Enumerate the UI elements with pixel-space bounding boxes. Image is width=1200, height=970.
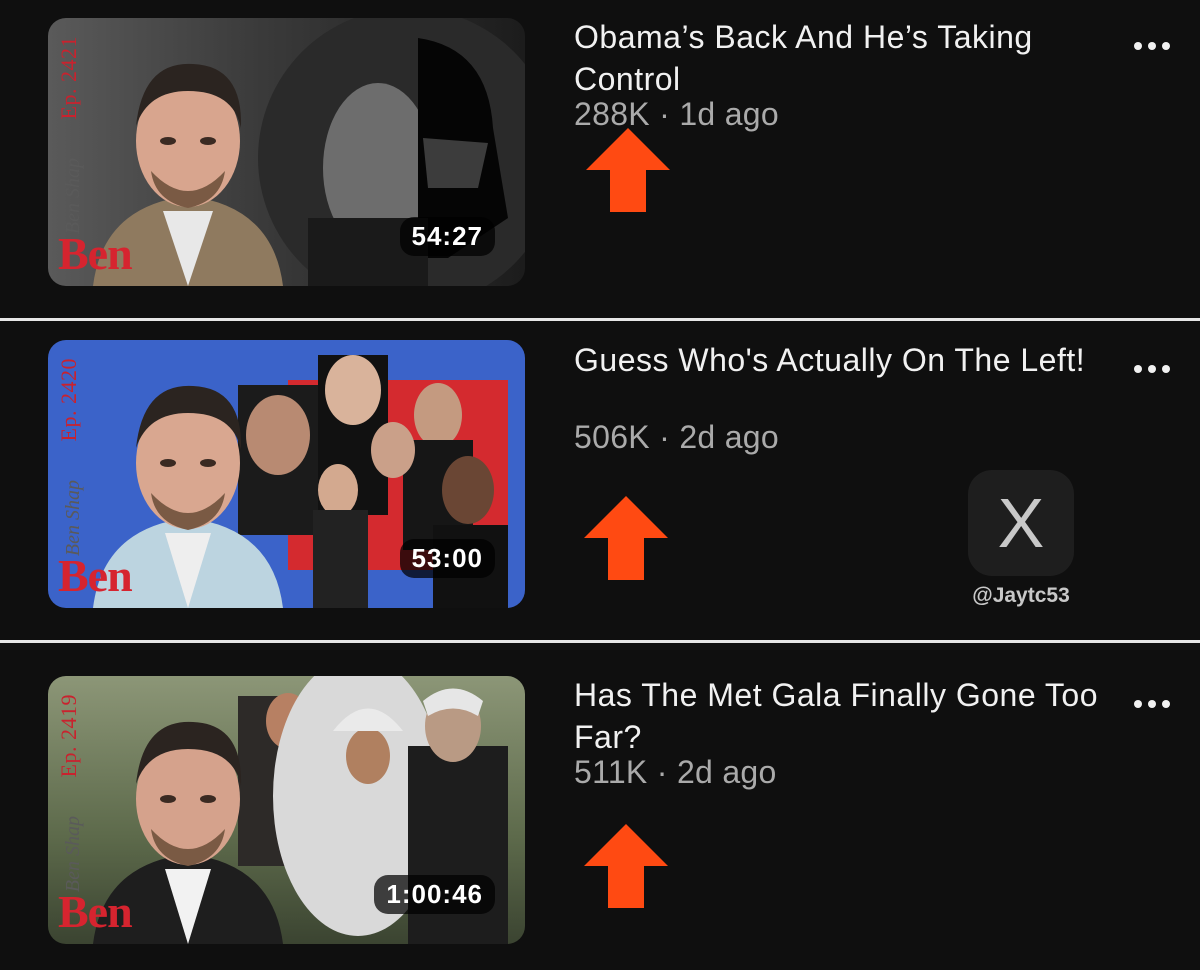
brand-logo: Ben [58, 886, 133, 937]
episode-label: Ep. 2419 [56, 694, 81, 778]
upload-age: 2d ago [676, 754, 777, 790]
up-arrow-icon [586, 128, 670, 212]
upload-age: 1d ago [679, 96, 779, 132]
upload-age: 2d ago [679, 419, 779, 455]
duration-badge: 54:27 [399, 217, 495, 256]
brand-logo: Ben [58, 228, 133, 279]
row-divider [0, 318, 1200, 321]
watermark-handle: @Jaytc53 [972, 584, 1070, 607]
view-count: 511K [574, 754, 648, 790]
more-options-button[interactable] [1134, 38, 1170, 54]
meta-separator: · [656, 754, 668, 790]
signature-mark: Ben Shap [62, 816, 84, 893]
row-divider [0, 640, 1200, 643]
video-title[interactable]: Has The Met Gala Finally Gone Too Far? [574, 674, 1104, 758]
video-title[interactable]: Guess Who's Actually On The Left! [574, 339, 1104, 381]
video-meta: 506K · 2d ago [574, 419, 779, 456]
more-options-button[interactable] [1134, 361, 1170, 377]
up-arrow-icon [584, 824, 668, 908]
video-thumbnail[interactable]: Ep. 2419 Ben Shap Ben 1:00:46 [48, 676, 525, 944]
duration-badge: 53:00 [399, 539, 495, 578]
brand-logo: Ben [58, 550, 133, 601]
signature-mark: Ben Shap [62, 480, 84, 557]
view-count: 506K [574, 419, 650, 455]
signature-mark: Ben Shap [62, 158, 84, 235]
video-title[interactable]: Obama’s Back And He’s Taking Control [574, 16, 1104, 100]
video-meta: 511K · 2d ago [574, 754, 777, 791]
episode-label: Ep. 2421 [56, 36, 81, 120]
video-thumbnail[interactable]: Ep. 2420 Ben Shap Ben 53:00 [48, 340, 525, 608]
episode-label: Ep. 2420 [56, 358, 81, 442]
x-logo-icon: X [968, 470, 1074, 576]
meta-separator: · [659, 419, 671, 455]
video-thumbnail[interactable]: Ep. 2421 Ben Shap Ben 54:27 [48, 18, 525, 286]
duration-badge: 1:00:46 [374, 875, 495, 914]
more-options-button[interactable] [1134, 696, 1170, 712]
up-arrow-icon [584, 496, 668, 580]
